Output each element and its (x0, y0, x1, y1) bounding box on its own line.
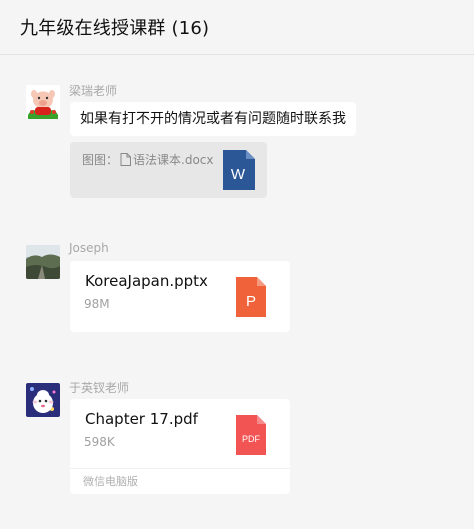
cartoon-sheep-avatar (26, 383, 60, 417)
cartoon-pig-avatar (26, 85, 60, 119)
sender-name: 梁瑞老师 (69, 84, 118, 98)
powerpoint-icon: P (236, 277, 266, 317)
svg-text:P: P (246, 293, 256, 310)
document-outline-icon (120, 153, 132, 166)
quote-filename: 语法课本.docx (133, 153, 214, 167)
word-icon: W (223, 150, 255, 190)
landscape-photo-avatar (26, 245, 60, 279)
file-size: 98M (84, 297, 110, 311)
sender-avatar[interactable] (26, 245, 60, 279)
chat-header: 九年级在线授课群 (16) (0, 0, 474, 55)
sender-avatar[interactable] (26, 85, 60, 119)
quote-prefix: 图图： (82, 153, 119, 167)
pdf-icon: PDF (236, 415, 266, 455)
file-card[interactable]: Chapter 17.pdf 598K PDF 微信电脑版 (70, 399, 290, 494)
file-source-label: 微信电脑版 (70, 468, 290, 494)
svg-text:PDF: PDF (242, 434, 261, 444)
chat-title: 九年级在线授课群 (16) (20, 18, 210, 39)
file-name: KoreaJapan.pptx (85, 272, 208, 290)
sender-avatar[interactable] (26, 383, 60, 417)
file-size: 598K (84, 435, 115, 449)
sender-name: 于英钗老师 (69, 381, 130, 395)
file-card[interactable]: KoreaJapan.pptx 98M P (70, 261, 290, 332)
file-name: Chapter 17.pdf (85, 410, 198, 428)
sender-name: Joseph (69, 241, 109, 255)
quoted-file-card[interactable]: 图图： 语法课本.docx W (70, 142, 267, 198)
message-text[interactable]: 如果有打不开的情况或者有问题随时联系我 (70, 102, 356, 136)
svg-text:W: W (231, 166, 246, 183)
